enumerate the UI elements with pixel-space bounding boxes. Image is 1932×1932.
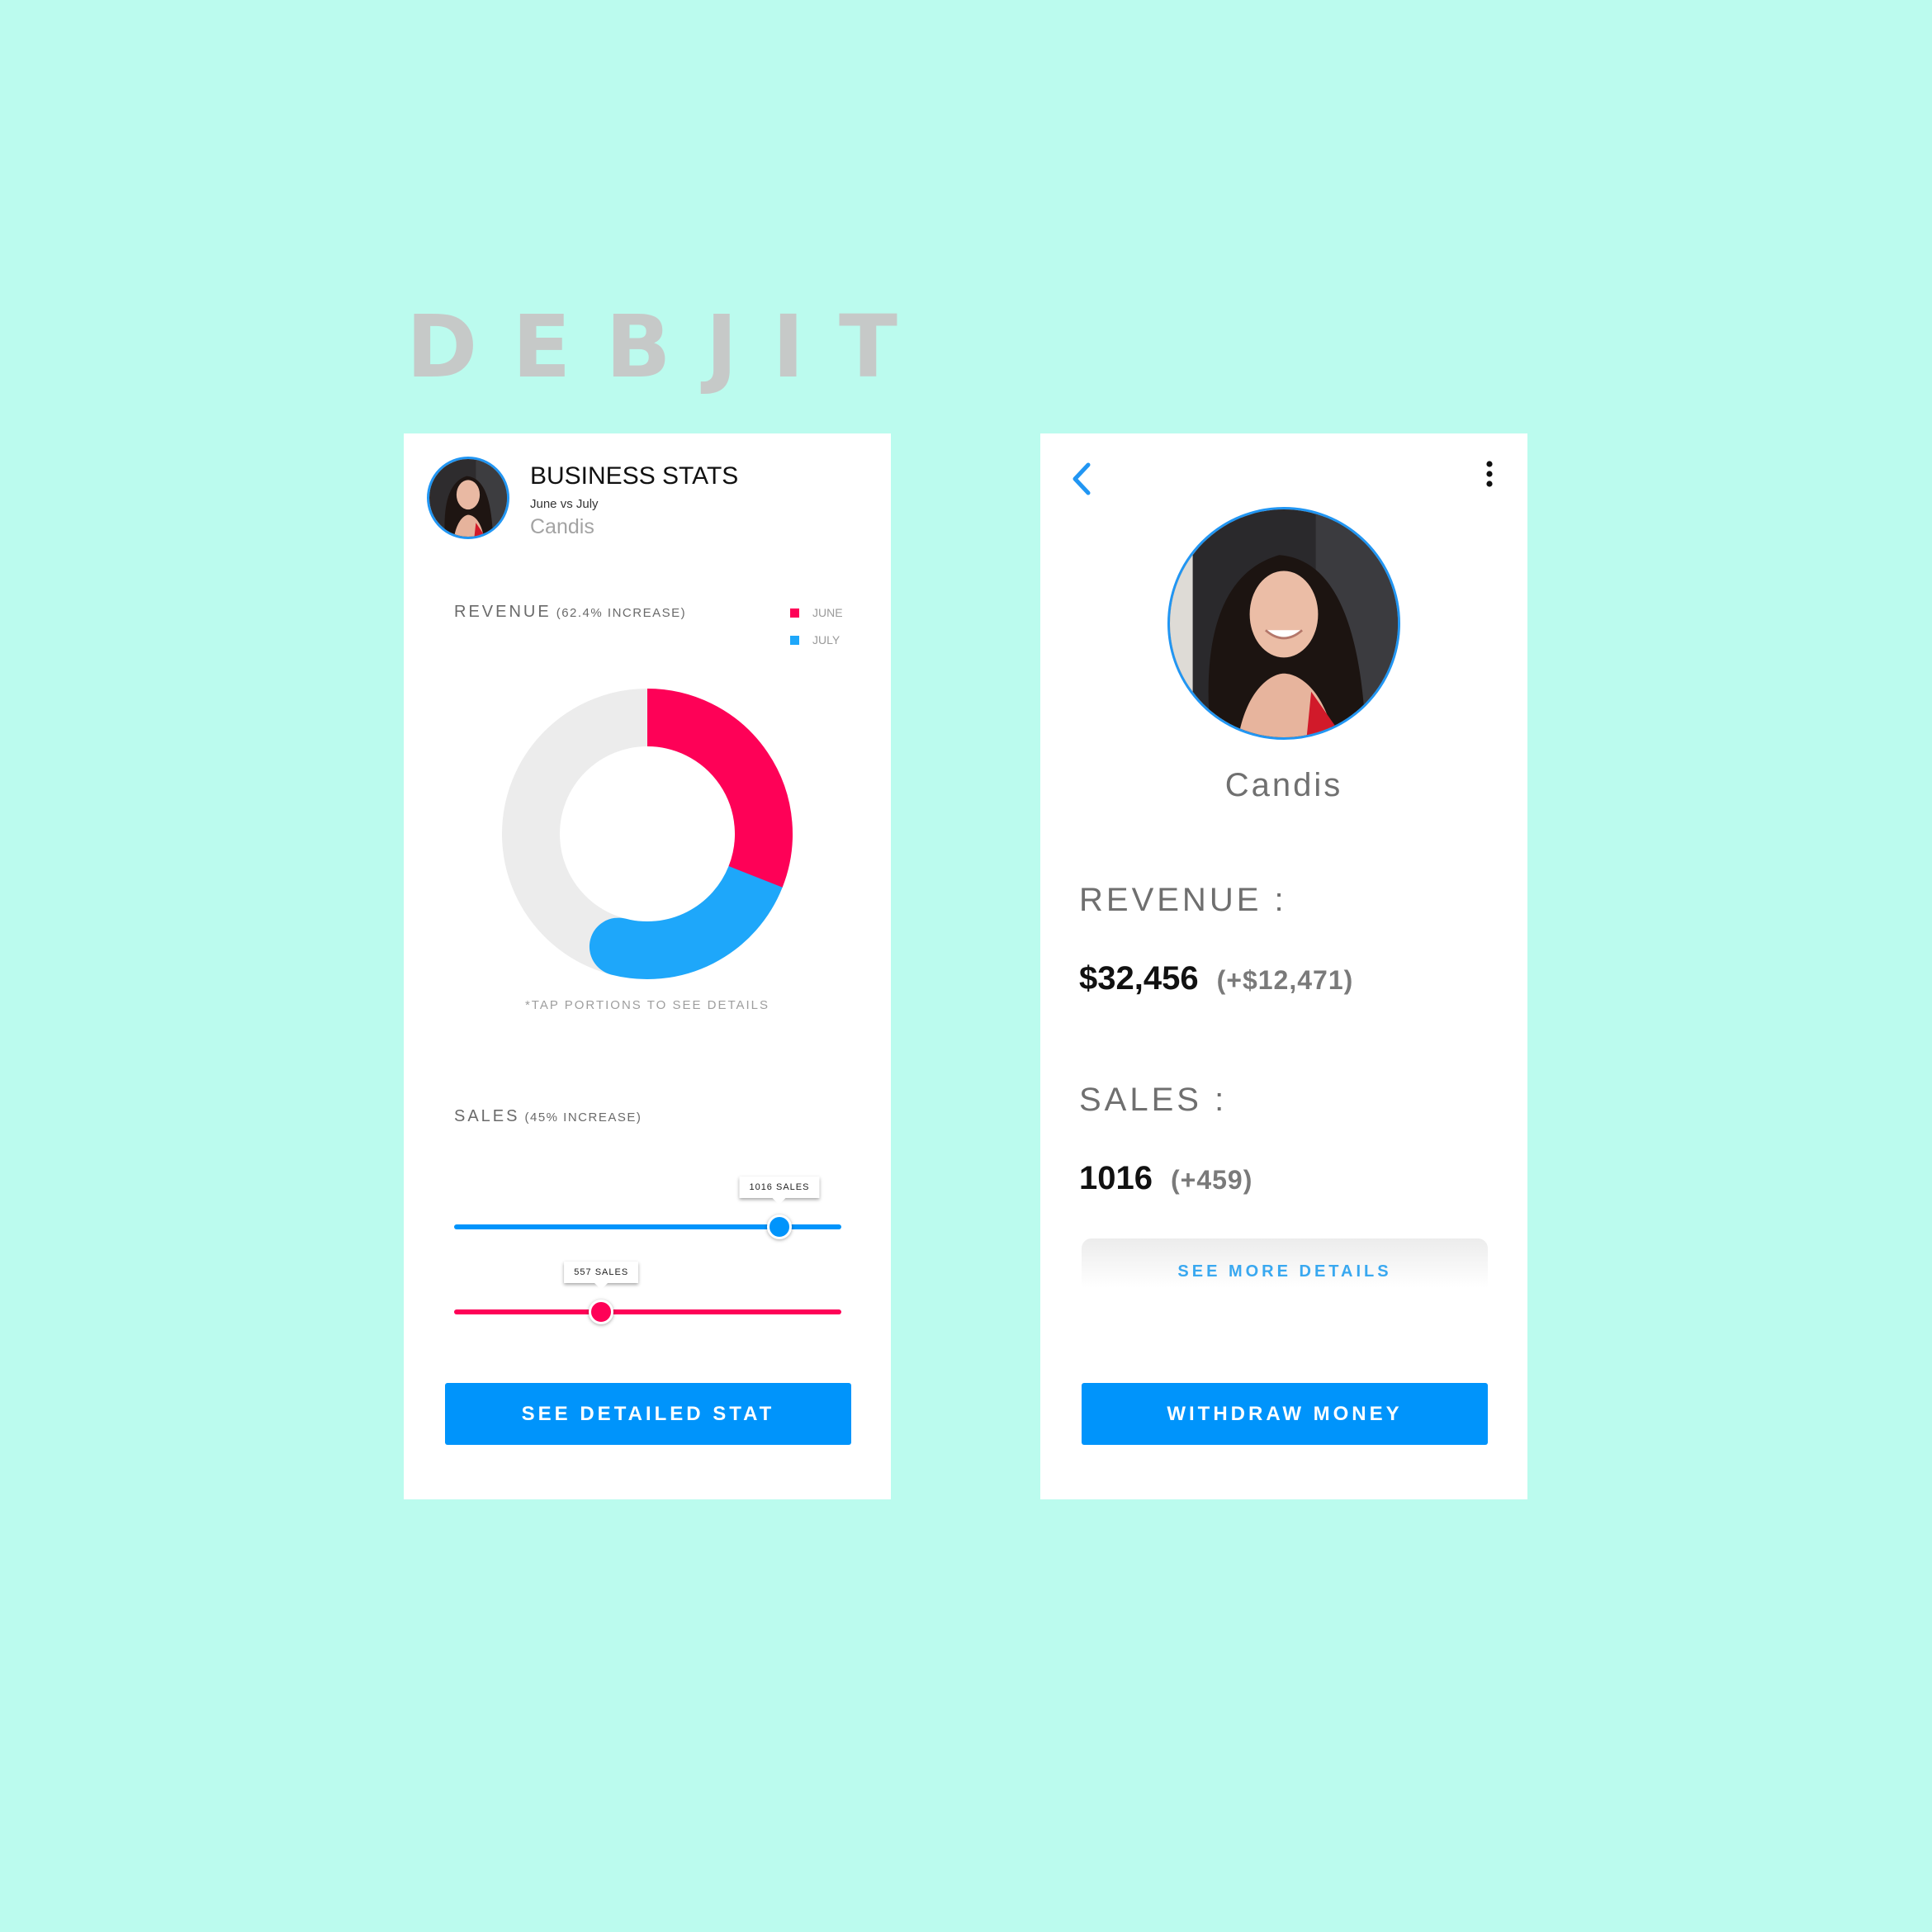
sales-slider-july[interactable]: 1016 SALES: [404, 1177, 891, 1276]
sales-label: SALES (45% INCREASE): [454, 1107, 642, 1126]
sales-slider-june[interactable]: 557 SALES: [404, 1262, 891, 1361]
sales-increase: (45% INCREASE): [524, 1110, 642, 1125]
legend-swatch-july: [790, 635, 799, 645]
legend-label-june: JUNE: [812, 606, 843, 619]
revenue-donut-chart: [502, 689, 793, 979]
revenue-label: REVENUE (62.4% INCREASE): [454, 603, 686, 622]
legend-label-july: JULY: [812, 633, 841, 646]
revenue-value: $32,456: [1079, 960, 1199, 997]
see-detailed-stat-button[interactable]: SEE DETAILED STAT: [445, 1383, 851, 1445]
see-more-details-button[interactable]: SEE MORE DETAILS: [1082, 1238, 1488, 1305]
sales-delta: (+459): [1170, 1165, 1253, 1195]
page-title: BUSINESS STATS: [530, 462, 739, 490]
sales-title: SALES: [454, 1107, 520, 1125]
profile-screen: Candis REVENUE : $32,456 (+$12,471) SALES…: [1040, 433, 1527, 1499]
legend-swatch-june: [790, 608, 799, 618]
legend-item-june: JUNE: [790, 606, 843, 619]
slider-handle[interactable]: [589, 1300, 614, 1324]
avatar-photo: [1170, 509, 1398, 737]
donut-slice-june[interactable]: [646, 689, 793, 888]
revenue-delta: (+$12,471): [1216, 965, 1354, 995]
chart-hint: *TAP PORTIONS TO SEE DETAILS: [524, 998, 770, 1012]
donut-slice-july[interactable]: [589, 847, 785, 979]
sales-label: SALES :: [1079, 1082, 1228, 1118]
slider-track[interactable]: [454, 1309, 841, 1314]
sales-amount: 1016 (+459): [1079, 1160, 1252, 1197]
avatar[interactable]: [1167, 507, 1400, 740]
revenue-increase: (62.4% INCREASE): [556, 606, 687, 620]
slider-tooltip: 557 SALES: [564, 1262, 639, 1290]
withdraw-money-button[interactable]: WITHDRAW MONEY: [1082, 1383, 1488, 1445]
brand-logo: DEBJIT: [406, 296, 932, 397]
more-vertical-icon[interactable]: [1481, 458, 1498, 491]
revenue-title: REVENUE: [454, 603, 552, 621]
user-name: Candis: [1224, 767, 1343, 803]
avatar-photo: [429, 459, 507, 537]
page-subtitle: June vs July: [530, 497, 599, 511]
avatar[interactable]: [427, 457, 509, 539]
slider-handle[interactable]: [766, 1215, 792, 1239]
chevron-left-icon[interactable]: [1065, 458, 1098, 500]
legend-item-july: JULY: [790, 633, 840, 646]
slider-tooltip: 1016 SALES: [739, 1177, 820, 1205]
revenue-label: REVENUE :: [1079, 882, 1287, 918]
user-name: Candis: [530, 515, 594, 538]
sales-value: 1016: [1079, 1160, 1153, 1196]
revenue-amount: $32,456 (+$12,471): [1079, 960, 1353, 997]
business-stats-screen: BUSINESS STATS June vs July Candis REVEN…: [404, 433, 891, 1499]
